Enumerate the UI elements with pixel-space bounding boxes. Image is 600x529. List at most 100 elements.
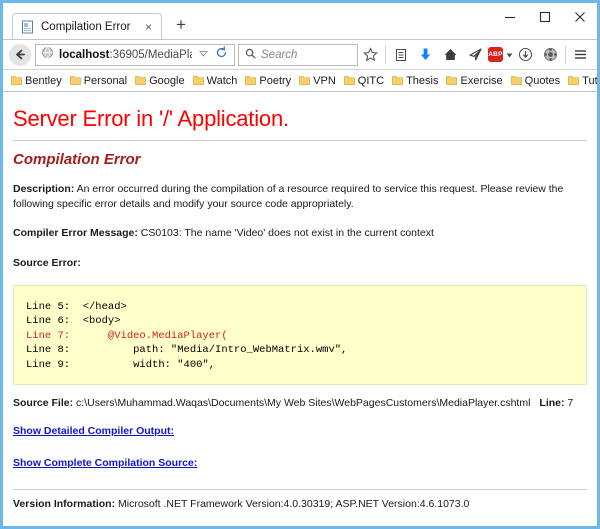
description-text: An error occurred during the compilation… xyxy=(13,183,564,211)
new-tab-button[interactable]: + xyxy=(171,16,191,33)
tab-strip: Compilation Error × + xyxy=(3,3,191,39)
close-icon[interactable] xyxy=(562,3,597,30)
bookmark-item[interactable]: Google xyxy=(131,72,188,90)
compiler-error-text: CS0103: The name 'Video' does not exist … xyxy=(137,227,434,240)
toolbar-icons: ABP xyxy=(358,42,593,68)
back-button[interactable] xyxy=(7,42,33,68)
source-file-paragraph: Source File: c:\Users\Muhammad.Waqas\Doc… xyxy=(13,397,587,409)
title-bar: Compilation Error × + xyxy=(3,3,597,39)
code-line: Line 6: <body> xyxy=(26,315,121,328)
maximize-icon[interactable] xyxy=(527,3,562,30)
navigation-toolbar: localhost:36905/MediaPlayer Search xyxy=(3,39,597,69)
folder-icon xyxy=(192,72,204,90)
bookmark-label: VPN xyxy=(313,74,336,87)
url-host: localhost xyxy=(59,48,110,61)
page-content: Server Error in '/' Application. Compila… xyxy=(3,92,597,526)
window-controls xyxy=(492,3,597,30)
folder-icon xyxy=(392,72,403,90)
folder-icon xyxy=(510,72,522,90)
chevron-down-icon[interactable] xyxy=(506,46,513,64)
bookmark-label: Google xyxy=(149,74,185,87)
source-error-code-block: Line 5: </head> Line 6: <body> Line 7: @Vi… xyxy=(13,284,587,386)
divider xyxy=(13,140,587,141)
folder-icon xyxy=(343,72,355,90)
divider xyxy=(13,489,587,491)
source-file-path: c:\Users\Muhammad.Waqas\Documents\My Web… xyxy=(73,397,531,410)
tab-title: Compilation Error xyxy=(41,20,131,33)
bookmark-item[interactable]: QITC xyxy=(340,72,388,90)
bookmark-item[interactable]: Exercise xyxy=(442,72,506,90)
chevron-down-icon[interactable] xyxy=(198,46,209,64)
description-paragraph: Description: An error occurred during th… xyxy=(13,182,587,212)
folder-icon xyxy=(11,72,22,90)
search-box[interactable]: Search xyxy=(238,43,358,66)
line-label: Line: xyxy=(539,397,565,410)
version-text: Microsoft .NET Framework Version:4.0.303… xyxy=(115,498,470,511)
bookmark-label: Watch xyxy=(206,74,238,87)
browser-window: Compilation Error × + localhost:36905/Me… xyxy=(0,0,600,529)
code-line: Line 9: width: "400", xyxy=(26,358,216,371)
browser-tab[interactable]: Compilation Error × xyxy=(12,13,162,39)
compiler-error-label: Compiler Error Message: xyxy=(13,227,138,240)
bookmark-item[interactable]: Personal xyxy=(66,72,131,90)
folder-icon xyxy=(299,72,311,90)
folder-icon xyxy=(568,72,579,90)
globe-icon xyxy=(41,46,54,64)
address-bar[interactable]: localhost:36905/MediaPlayer xyxy=(35,43,235,66)
search-input-placeholder: Search xyxy=(261,48,298,61)
source-error-label: Source Error: xyxy=(13,256,81,269)
bookmark-star-icon[interactable] xyxy=(358,42,383,68)
source-file-label: Source File: xyxy=(13,397,74,410)
address-bar-text: localhost:36905/MediaPlayer xyxy=(59,49,192,61)
bookmark-item[interactable]: Tutorials xyxy=(564,72,597,90)
home-icon[interactable] xyxy=(438,42,463,68)
bookmark-label: Quotes xyxy=(524,74,561,87)
folder-icon xyxy=(245,72,257,90)
adblock-plus-icon[interactable]: ABP xyxy=(488,42,513,68)
bookmark-item[interactable]: Poetry xyxy=(241,72,295,90)
page-icon xyxy=(21,20,35,34)
downloads-arrow-icon[interactable] xyxy=(413,42,438,68)
bookmark-label: Bentley xyxy=(25,74,62,87)
screenshot-icon[interactable] xyxy=(538,42,563,68)
toolbar-divider xyxy=(385,45,386,64)
bookmark-item[interactable]: Watch xyxy=(189,72,242,90)
page-title: Server Error in '/' Application. xyxy=(13,106,289,131)
version-information-paragraph: Version Information: Microsoft .NET Fram… xyxy=(13,498,587,510)
reader-list-icon[interactable] xyxy=(388,42,413,68)
back-icon xyxy=(9,43,31,66)
tab-close-icon[interactable]: × xyxy=(142,21,155,33)
bookmark-label: QITC xyxy=(357,74,385,87)
bookmark-label: Exercise xyxy=(460,74,503,87)
show-detailed-compiler-output-link[interactable]: Show Detailed Compiler Output: xyxy=(13,425,587,437)
reload-icon[interactable] xyxy=(215,45,228,64)
description-label: Description: xyxy=(13,183,75,195)
share-paperplane-icon[interactable] xyxy=(463,42,488,68)
bookmark-item[interactable]: Thesis xyxy=(388,72,442,90)
code-line: Line 8: path: "Media/Intro_WebMatrix.wmv… xyxy=(26,344,348,357)
compiler-message-paragraph: Compiler Error Message: CS0103: The name… xyxy=(13,226,587,241)
bookmark-label: Poetry xyxy=(259,74,292,87)
bookmark-item[interactable]: Bentley xyxy=(7,72,66,90)
code-line: Line 5: </head> xyxy=(26,300,127,313)
url-path: :36905/MediaPlayer xyxy=(109,48,192,61)
folder-icon xyxy=(69,72,81,90)
bookmarks-bar: Bentley Personal Google Watch Poetry VPN… xyxy=(3,69,597,92)
version-label: Version Information: xyxy=(13,498,116,511)
bookmark-item[interactable]: Quotes xyxy=(507,72,564,90)
bookmark-label: Tutorials xyxy=(582,74,597,87)
source-error-heading: Source Error: xyxy=(13,256,587,271)
error-subtitle: Compilation Error xyxy=(13,151,141,168)
bookmark-label: Thesis xyxy=(406,74,439,87)
minimize-icon[interactable] xyxy=(492,3,527,30)
toolbar-divider xyxy=(565,45,566,64)
adblock-badge: ABP xyxy=(488,47,503,62)
save-to-pocket-icon[interactable] xyxy=(513,42,538,68)
show-complete-compilation-source-link[interactable]: Show Complete Compilation Source: xyxy=(13,457,587,469)
hamburger-menu-icon[interactable] xyxy=(568,42,593,68)
bookmark-label: Personal xyxy=(83,74,128,87)
code-line-highlighted: Line 7: @Video.MediaPlayer( xyxy=(26,329,228,342)
search-icon xyxy=(245,46,256,64)
line-value: 7 xyxy=(564,397,574,410)
bookmark-item[interactable]: VPN xyxy=(295,72,340,90)
